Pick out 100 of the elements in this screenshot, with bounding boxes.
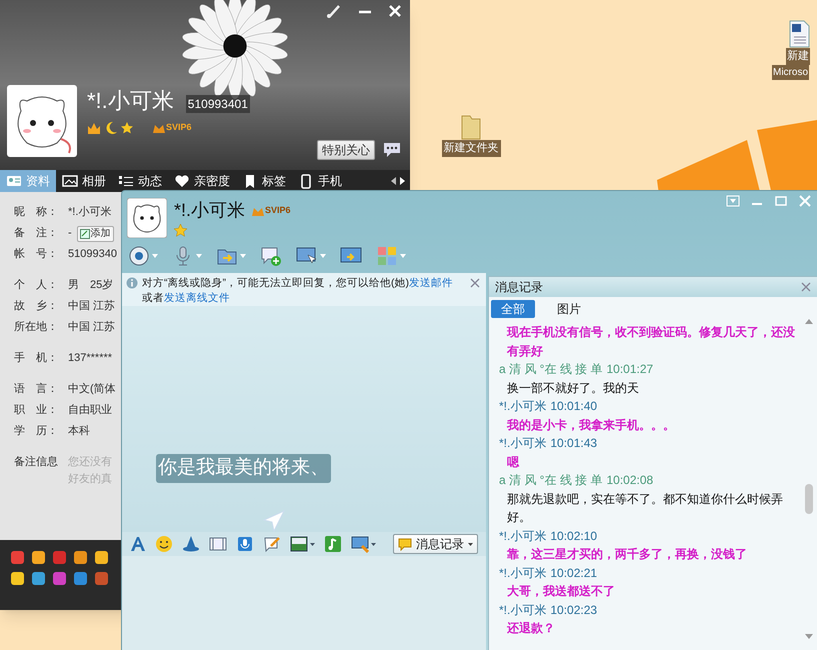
caret-icon[interactable] — [371, 542, 376, 546]
field-value: 本科 — [68, 424, 90, 440]
chat-add-icon[interactable] — [260, 245, 282, 267]
message-time: 10:01:27 — [606, 361, 654, 378]
qq-number: 510993401 — [186, 95, 250, 113]
message-text: 大哥，我送都送不了 — [506, 583, 616, 600]
field-value: *!.小可米 — [68, 205, 112, 220]
message-time: 10:02:10 — [550, 528, 598, 544]
message-text: 换一部不就好了。我的天 — [506, 380, 640, 396]
field-value: 137****** — [68, 351, 112, 366]
webcam-icon[interactable] — [128, 245, 150, 267]
badge-icon[interactable] — [10, 571, 25, 586]
profile-tab[interactable]: 相册 — [56, 170, 112, 192]
message-text: 现在手机没有信号，收不到验证码。修复几天了，还没有弄好 — [506, 324, 796, 360]
badge-icon[interactable] — [31, 571, 46, 586]
speech-bubble-icon — [398, 538, 412, 550]
field-label: 所在地： — [14, 320, 59, 336]
moon-icon — [104, 121, 118, 135]
crown-icon — [87, 121, 101, 135]
send-email-link[interactable]: 发送邮件 — [409, 277, 453, 289]
message-text: 靠，这三星才买的，两千多了，再换，没钱了 — [506, 546, 748, 563]
caret-icon[interactable] — [310, 542, 315, 546]
field-label: 帐 号： — [14, 247, 59, 262]
vip-level-label: SVIP6 — [166, 121, 192, 134]
background-caption: 你是我最美的将来、 — [156, 454, 331, 482]
info-icon — [126, 277, 138, 289]
cartoon-cat-avatar — [127, 198, 167, 238]
message-time: 10:02:21 — [550, 564, 598, 582]
remark-text: 您还没有 — [68, 455, 112, 470]
message-text: 那就先退款吧，实在等不了。都不知道你什么时候弄好。 — [506, 490, 784, 526]
profile-tab[interactable]: 亲密度 — [168, 170, 236, 192]
photo-icon — [62, 174, 78, 188]
sender-name: *!.小可米 — [499, 602, 546, 618]
field-label: 昵 称： — [14, 205, 59, 220]
screenshot-icon[interactable] — [351, 535, 369, 553]
field-label: 学 历： — [14, 424, 59, 440]
scrollbar-thumb[interactable] — [805, 484, 813, 514]
vip-level-label: SVIP6 — [265, 204, 291, 217]
word-document-icon — [788, 20, 810, 48]
sender-name: *!.小可米 — [499, 398, 546, 415]
history-tab[interactable]: 图片 — [547, 300, 591, 318]
profile-card-icon — [6, 174, 22, 188]
special-care-button[interactable]: 特别关心 — [317, 140, 375, 160]
message-time: 10:02:08 — [606, 472, 654, 489]
profile-tab[interactable]: 标签 — [236, 170, 292, 192]
music-icon[interactable] — [324, 535, 342, 553]
field-label: 手 机： — [14, 351, 59, 366]
field-value: 中文(简体 — [68, 382, 116, 398]
microphone-icon[interactable] — [236, 535, 254, 553]
phone-icon — [298, 174, 314, 188]
badge-icon[interactable] — [31, 550, 46, 565]
wizard-hat-icon[interactable] — [182, 535, 200, 553]
profile-tab[interactable]: 动态 — [112, 170, 168, 192]
field-value: 中国 江苏 — [68, 299, 116, 314]
message-time: 10:01:43 — [550, 435, 598, 452]
scroll-right-icon[interactable] — [399, 176, 407, 186]
badge-icon[interactable] — [73, 550, 88, 565]
file-label[interactable]: 新建 — [786, 48, 810, 64]
contact-name: *!.小可米 — [174, 199, 246, 222]
note-pencil-icon[interactable] — [263, 535, 281, 553]
heart-icon — [174, 174, 190, 188]
profile-tab[interactable]: 手机 — [292, 170, 348, 192]
badge-icon[interactable] — [94, 550, 109, 565]
file-label[interactable]: Microso — [772, 64, 810, 80]
scroll-up-icon[interactable] — [805, 319, 813, 324]
message-time: 10:02:23 — [550, 602, 598, 618]
panel-title: 消息记录 — [495, 279, 543, 296]
field-value: 男 25岁 — [68, 278, 114, 294]
scroll-left-icon[interactable] — [389, 176, 397, 186]
field-value: - — [68, 226, 72, 242]
list-icon — [118, 174, 134, 188]
star-icon — [174, 224, 187, 237]
scroll-down-icon[interactable] — [805, 634, 813, 639]
caret-icon — [468, 542, 473, 546]
message-history-button[interactable]: 消息记录 — [393, 534, 478, 554]
font-icon[interactable] — [128, 535, 146, 553]
edit-icon — [80, 228, 90, 238]
smiley-icon[interactable] — [155, 535, 173, 553]
message-input-field[interactable] — [122, 556, 486, 650]
field-value: 中国 江苏 — [68, 320, 116, 336]
field-label: 故 乡： — [14, 299, 59, 314]
sender-name: a 清 风 °在 线 接 单 — [499, 361, 602, 378]
chat-bubble-icon[interactable] — [383, 142, 401, 158]
image-icon[interactable] — [290, 535, 308, 553]
notice-text: 对方“离线或隐身”，可能无法立即回复，您可以给他(她)发送邮件 或者发送离线文件 — [142, 276, 454, 306]
message-text: 还退款？ — [506, 620, 556, 637]
sender-name: *!.小可米 — [499, 564, 546, 582]
field-label: 个 人： — [14, 278, 59, 294]
add-remark-button[interactable]: 添加 — [76, 226, 114, 242]
sender-name: *!.小可米 — [499, 528, 546, 544]
badge-icon[interactable] — [73, 571, 88, 586]
message-text: 嗯 — [506, 454, 520, 470]
send-offline-file-link[interactable]: 发送离线文件 — [164, 292, 230, 304]
history-tab[interactable]: 全部 — [491, 300, 535, 318]
film-strip-icon[interactable] — [209, 535, 227, 553]
remark-label: 备注信息 — [14, 454, 59, 470]
field-label: 职 业： — [14, 403, 59, 418]
remark-text: 好友的真 — [68, 472, 112, 487]
field-value: 51099340 — [68, 247, 117, 262]
folder-label[interactable]: 新建文件夹 — [442, 140, 500, 156]
